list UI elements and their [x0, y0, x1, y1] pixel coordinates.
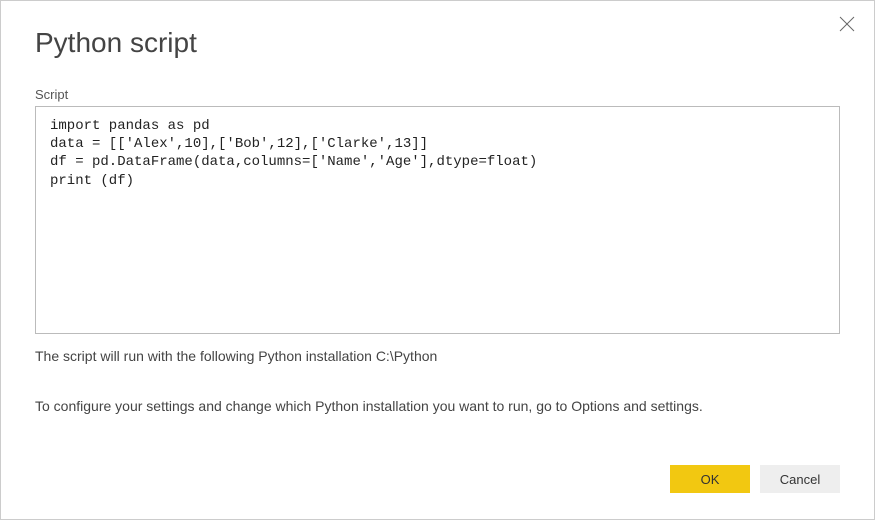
close-icon [838, 15, 856, 33]
settings-info-text: To configure your settings and change wh… [35, 398, 840, 414]
cancel-button[interactable]: Cancel [760, 465, 840, 493]
close-button[interactable] [838, 15, 856, 33]
install-info-text: The script will run with the following P… [35, 348, 840, 364]
dialog-title: Python script [35, 27, 840, 59]
ok-button[interactable]: OK [670, 465, 750, 493]
script-input[interactable]: import pandas as pd data = [['Alex',10],… [35, 106, 840, 334]
script-label: Script [35, 87, 840, 102]
python-script-dialog: Python script Script import pandas as pd… [0, 0, 875, 520]
dialog-button-row: OK Cancel [670, 465, 840, 493]
